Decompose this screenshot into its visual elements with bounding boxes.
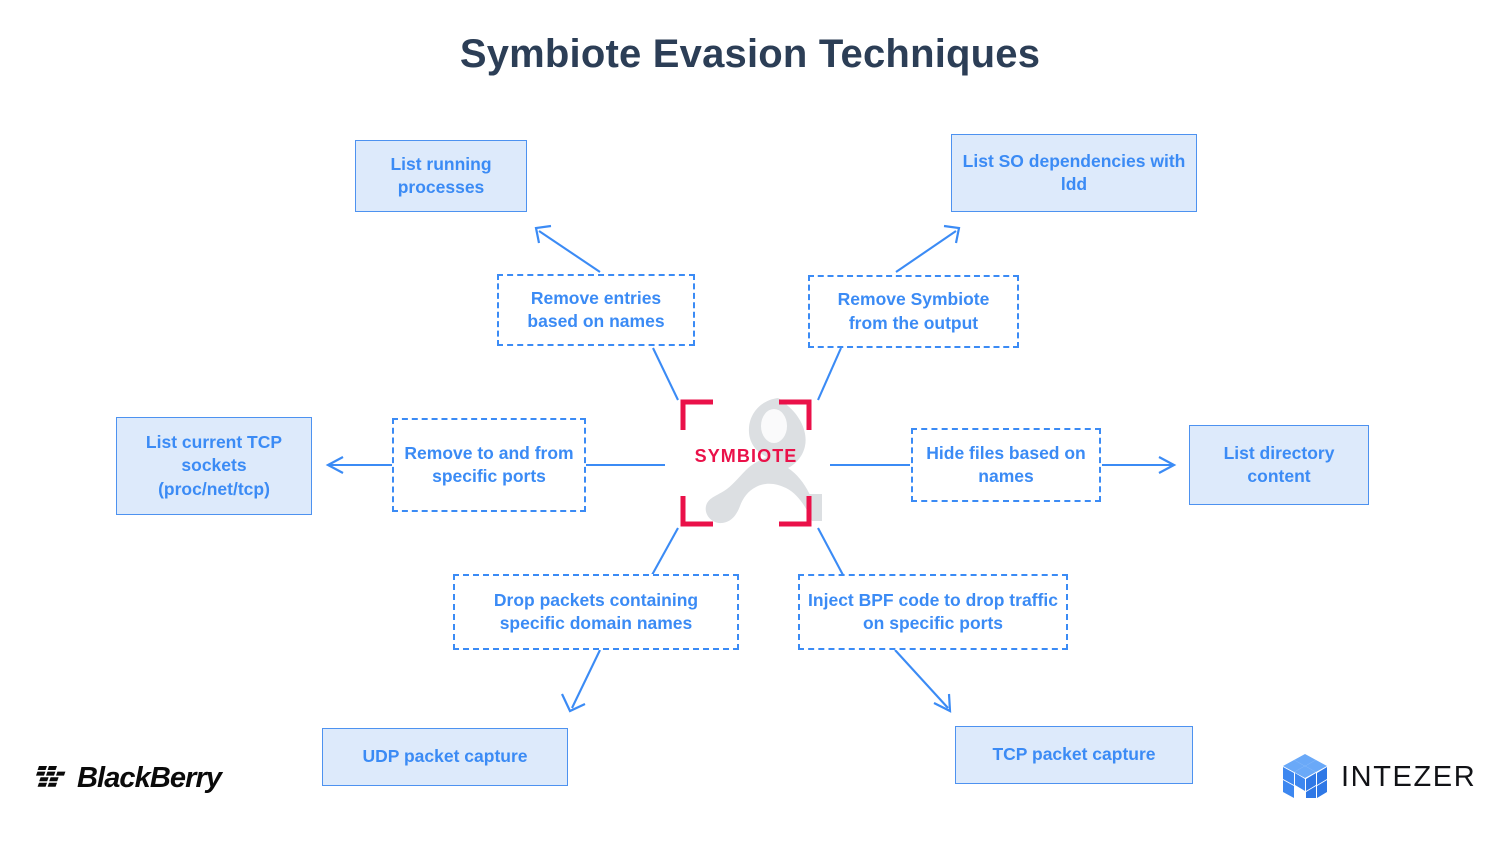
node-label: UDP packet capture [362, 746, 528, 767]
node-label: Inject BPF code to drop traffic on speci… [808, 589, 1058, 633]
arrow-head-processes [534, 224, 552, 244]
node-label: List running processes [390, 153, 492, 197]
link-center-to-remove-symbiote [817, 347, 842, 401]
link-center-to-inject-bpf [817, 527, 844, 576]
node-label: Hide files based on names [926, 442, 1086, 486]
node-label: Drop packets containing specific domain … [493, 589, 699, 633]
node-list-so-dependencies[interactable]: List SO dependencies with ldd [951, 134, 1197, 212]
node-remove-to-and-from-specific-ports[interactable]: Remove to and from specific ports [392, 418, 586, 512]
center-label: SYMBIOTE [694, 446, 798, 466]
diagram-canvas: Symbiote Evasion Techniques List running… [0, 0, 1500, 844]
node-label: Remove entries based on names [527, 287, 665, 331]
node-label: List current TCP sockets (proc/net/tcp) [145, 432, 283, 499]
node-list-running-processes[interactable]: List running processes [355, 140, 527, 212]
node-label: Remove Symbiote from the output [837, 289, 990, 333]
arrow-line-tcp [894, 649, 949, 709]
node-list-current-tcp-sockets[interactable]: List current TCP sockets (proc/net/tcp) [116, 417, 312, 515]
node-label: List directory content [1223, 442, 1335, 486]
node-label: List SO dependencies with ldd [962, 150, 1186, 194]
arrow-head-udp [561, 693, 586, 713]
blackberry-dots-icon [36, 766, 66, 787]
page-title: Symbiote Evasion Techniques [459, 32, 1041, 76]
node-tcp-packet-capture[interactable]: TCP packet capture [955, 726, 1193, 784]
intezer-wordmark: INTEZER [1341, 760, 1477, 793]
arrow-head-ldd [943, 224, 961, 244]
arrow-head-tcp [933, 693, 952, 713]
arrow-head-sockets [325, 456, 344, 474]
intezer-cube-icon [1283, 754, 1327, 798]
node-udp-packet-capture[interactable]: UDP packet capture [322, 728, 568, 786]
node-inject-bpf-code[interactable]: Inject BPF code to drop traffic on speci… [798, 574, 1068, 650]
arrow-head-directory [1158, 456, 1177, 474]
node-remove-entries-based-on-names[interactable]: Remove entries based on names [497, 274, 695, 346]
arrow-line-udp [571, 649, 601, 709]
node-label: Remove to and from specific ports [404, 442, 574, 486]
node-remove-symbiote-from-output[interactable]: Remove Symbiote from the output [808, 275, 1019, 348]
intezer-logo: INTEZER [1282, 752, 1476, 802]
node-label: TCP packet capture [992, 744, 1156, 765]
blackberry-logo: BlackBerry [36, 757, 222, 799]
node-drop-packets-domain-names[interactable]: Drop packets containing specific domain … [453, 574, 739, 650]
link-center-to-drop-packets [651, 527, 679, 576]
node-list-directory-content[interactable]: List directory content [1189, 425, 1369, 505]
node-hide-files-based-on-names[interactable]: Hide files based on names [911, 428, 1101, 502]
link-center-to-remove-entries [652, 347, 679, 401]
blackberry-wordmark: BlackBerry [77, 761, 222, 794]
arrow-line-processes [538, 230, 601, 273]
center-emblem: SYMBIOTE [666, 396, 826, 530]
arrow-line-ldd [895, 230, 957, 273]
